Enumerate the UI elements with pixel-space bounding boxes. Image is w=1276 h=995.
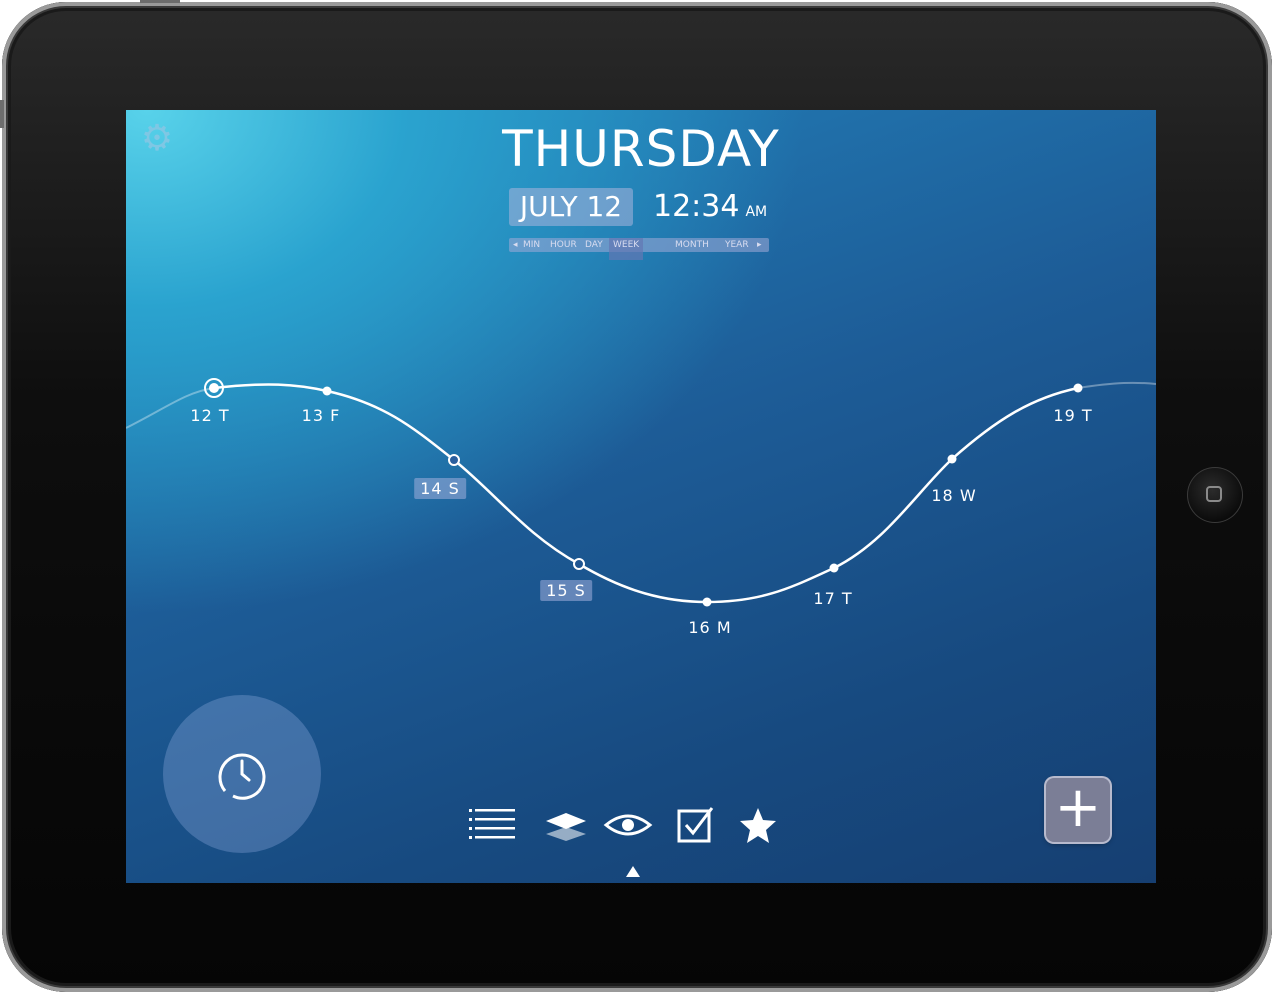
list-icon[interactable] [466,800,518,850]
day-label-18[interactable]: 18 W [931,486,976,505]
bottom-toolbar [466,800,786,850]
plus-icon: + [1054,775,1102,840]
clock-icon [218,753,266,800]
day-node-14[interactable] [448,454,460,466]
eye-icon[interactable] [602,800,654,850]
timer-button[interactable] [163,695,321,853]
home-button[interactable] [1187,467,1243,523]
day-node-15[interactable] [573,558,585,570]
day-node-19[interactable] [1073,383,1083,393]
checkbox-icon[interactable] [670,800,722,850]
day-node-17[interactable] [829,563,839,573]
active-tab-indicator [626,866,640,877]
volume-rocker [140,0,180,3]
day-node-16[interactable] [702,597,712,607]
day-label-19[interactable]: 19 T [1053,406,1092,425]
star-icon[interactable] [732,800,784,850]
day-label-13[interactable]: 13 F [302,406,341,425]
day-node-18[interactable] [947,454,957,464]
day-node-12-core [209,383,219,393]
app-screen: ⚙ THURSDAY JULY 12 12:34 AM ◂ MIN HOUR DA… [126,110,1156,883]
day-label-16[interactable]: 16 M [688,618,731,637]
day-label-14[interactable]: 14 S [414,478,466,499]
day-label-12[interactable]: 12 T [190,406,229,425]
day-label-15[interactable]: 15 S [540,580,592,601]
add-button[interactable]: + [1046,778,1110,842]
day-label-17[interactable]: 17 T [813,589,852,608]
layers-icon[interactable] [540,800,592,850]
day-node-13[interactable] [322,386,332,396]
home-square-icon [1206,486,1222,502]
mute-switch [0,100,4,128]
